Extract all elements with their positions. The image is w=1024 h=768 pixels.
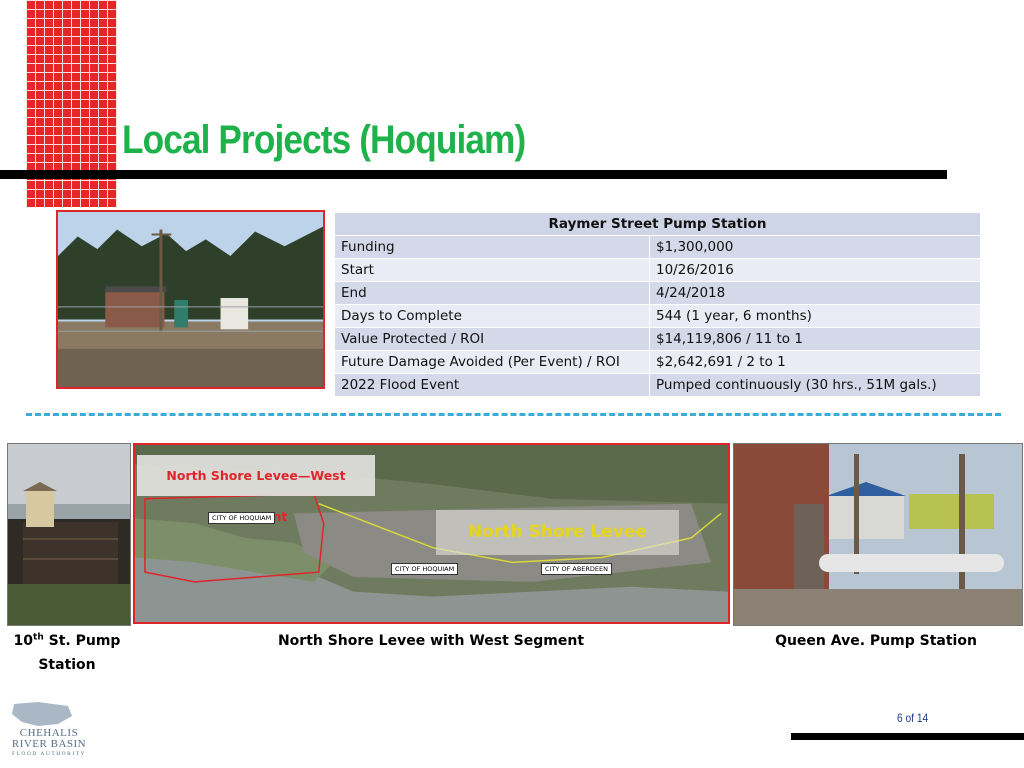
table-row: 2022 Flood Event Pumped continuously (30… bbox=[334, 373, 981, 397]
row-value: 544 (1 year, 6 months) bbox=[649, 304, 981, 328]
raymer-pump-station-photo bbox=[56, 210, 325, 389]
table-row: Value Protected / ROI $14,119,806 / 11 t… bbox=[334, 327, 981, 351]
table-row: Funding $1,300,000 bbox=[334, 235, 981, 259]
row-label: Start bbox=[334, 258, 650, 282]
caption-ordinal: th bbox=[33, 632, 44, 643]
row-label: Future Damage Avoided (Per Event) / ROI bbox=[334, 350, 650, 374]
caption-tenth-st: 10th St. Pump Station bbox=[8, 629, 126, 677]
city-label: CITY OF ABERDEEN bbox=[541, 563, 612, 575]
row-value: $1,300,000 bbox=[649, 235, 981, 259]
project-data-table: Raymer Street Pump Station Funding $1,30… bbox=[334, 212, 981, 397]
row-value: $2,642,691 / 2 to 1 bbox=[649, 350, 981, 374]
queen-ave-pump-station-photo bbox=[733, 443, 1023, 626]
page-title: Local Projects (Hoquiam) bbox=[122, 118, 526, 162]
table-row: Start 10/26/2016 bbox=[334, 258, 981, 282]
row-label: Days to Complete bbox=[334, 304, 650, 328]
logo-text: CHEHALIS RIVER BASIN FLOOD AUTHORITY bbox=[8, 728, 90, 758]
caption-text: St. Pump Station bbox=[38, 633, 121, 673]
table-header: Raymer Street Pump Station bbox=[334, 212, 981, 236]
city-label: CITY OF HOQUIAM bbox=[391, 563, 459, 575]
footer-divider bbox=[791, 733, 1024, 740]
table-row: Future Damage Avoided (Per Event) / ROI … bbox=[334, 350, 981, 374]
caption-number: 10 bbox=[13, 633, 34, 649]
logo-line-2: RIVER BASIN bbox=[11, 738, 87, 750]
row-value: 4/24/2018 bbox=[649, 281, 981, 305]
table-row: Days to Complete 544 (1 year, 6 months) bbox=[334, 304, 981, 328]
city-label: CITY OF HOQUIAM bbox=[208, 512, 276, 524]
row-label: 2022 Flood Event bbox=[334, 373, 650, 397]
map-label-north-shore-levee: North Shore Levee bbox=[436, 510, 679, 555]
table-row: End 4/24/2018 bbox=[334, 281, 981, 305]
row-value: Pumped continuously (30 hrs., 51M gals.) bbox=[649, 373, 981, 397]
row-label: End bbox=[334, 281, 650, 305]
title-divider bbox=[0, 170, 947, 179]
map-label-west-segment: North Shore Levee—West Segment bbox=[137, 455, 375, 524]
row-value: 10/26/2016 bbox=[649, 258, 981, 282]
table-header-row: Raymer Street Pump Station bbox=[334, 212, 981, 236]
row-value: $14,119,806 / 11 to 1 bbox=[649, 327, 981, 351]
dashed-separator bbox=[26, 413, 1001, 416]
caption-queen-ave: Queen Ave. Pump Station bbox=[775, 633, 977, 649]
page-number: 6 of 14 bbox=[897, 711, 929, 725]
caption-north-shore-levee: North Shore Levee with West Segment bbox=[277, 633, 585, 649]
logo-line-3: FLOOD AUTHORITY bbox=[12, 751, 86, 757]
row-label: Value Protected / ROI bbox=[334, 327, 650, 351]
row-label: Funding bbox=[334, 235, 650, 259]
tenth-st-pump-station-photo bbox=[7, 443, 131, 626]
